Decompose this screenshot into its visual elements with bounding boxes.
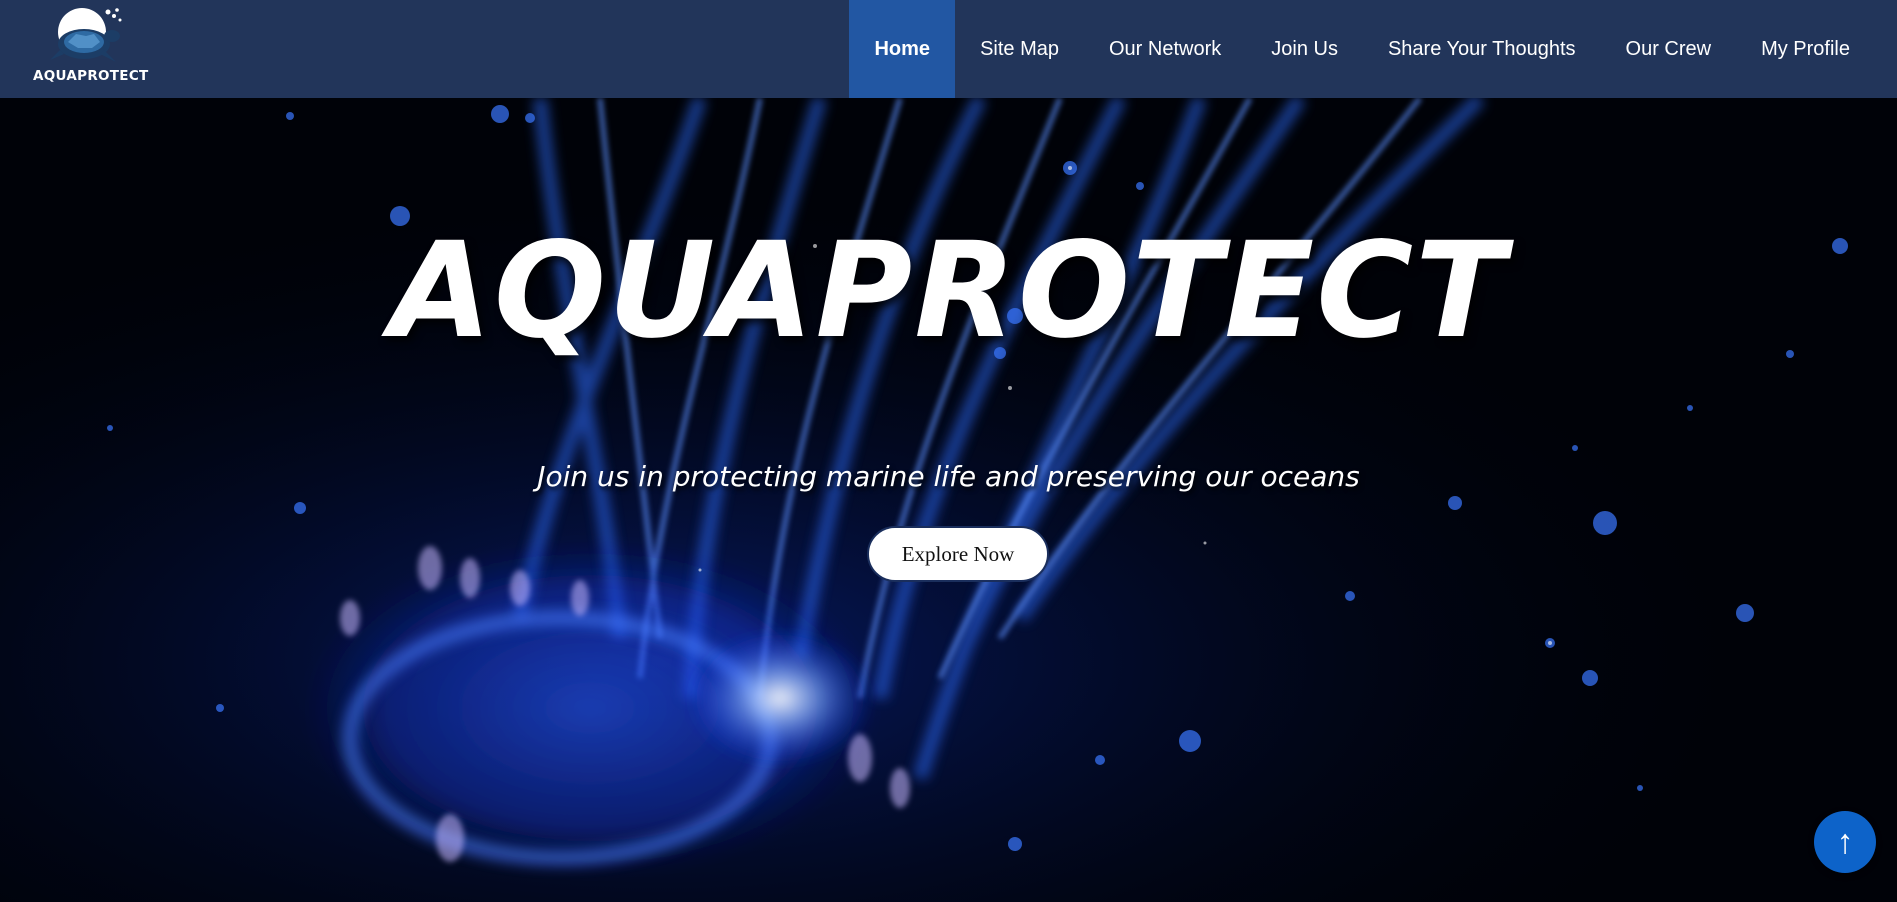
nav-item-join-us[interactable]: Join Us <box>1246 0 1363 98</box>
nav-item-our-crew[interactable]: Our Crew <box>1601 0 1737 98</box>
nav-item-site-map[interactable]: Site Map <box>955 0 1084 98</box>
scroll-to-top-button[interactable]: ↑ <box>1814 811 1876 873</box>
brand-logo[interactable]: AQUAPROTECT <box>30 6 148 88</box>
nav-menu: Home Site Map Our Network Join Us Share … <box>849 0 1897 98</box>
nav-item-share-your-thoughts[interactable]: Share Your Thoughts <box>1363 0 1601 98</box>
arrow-up-icon: ↑ <box>1836 822 1854 861</box>
hero-subtitle: Join us in protecting marine life and pr… <box>537 460 1360 493</box>
brand-name: AQUAPROTECT <box>33 68 149 84</box>
hero-section: AQUAPROTECT Join us in protecting marine… <box>0 98 1897 902</box>
nav-item-home[interactable]: Home <box>849 0 956 98</box>
turtle-icon <box>50 8 122 62</box>
nav-item-my-profile[interactable]: My Profile <box>1736 0 1875 98</box>
explore-now-button[interactable]: Explore Now <box>867 526 1049 582</box>
navbar: AQUAPROTECT Home Site Map Our Network Jo… <box>0 0 1897 98</box>
hero-title: AQUAPROTECT <box>389 214 1508 368</box>
nav-item-our-network[interactable]: Our Network <box>1084 0 1246 98</box>
